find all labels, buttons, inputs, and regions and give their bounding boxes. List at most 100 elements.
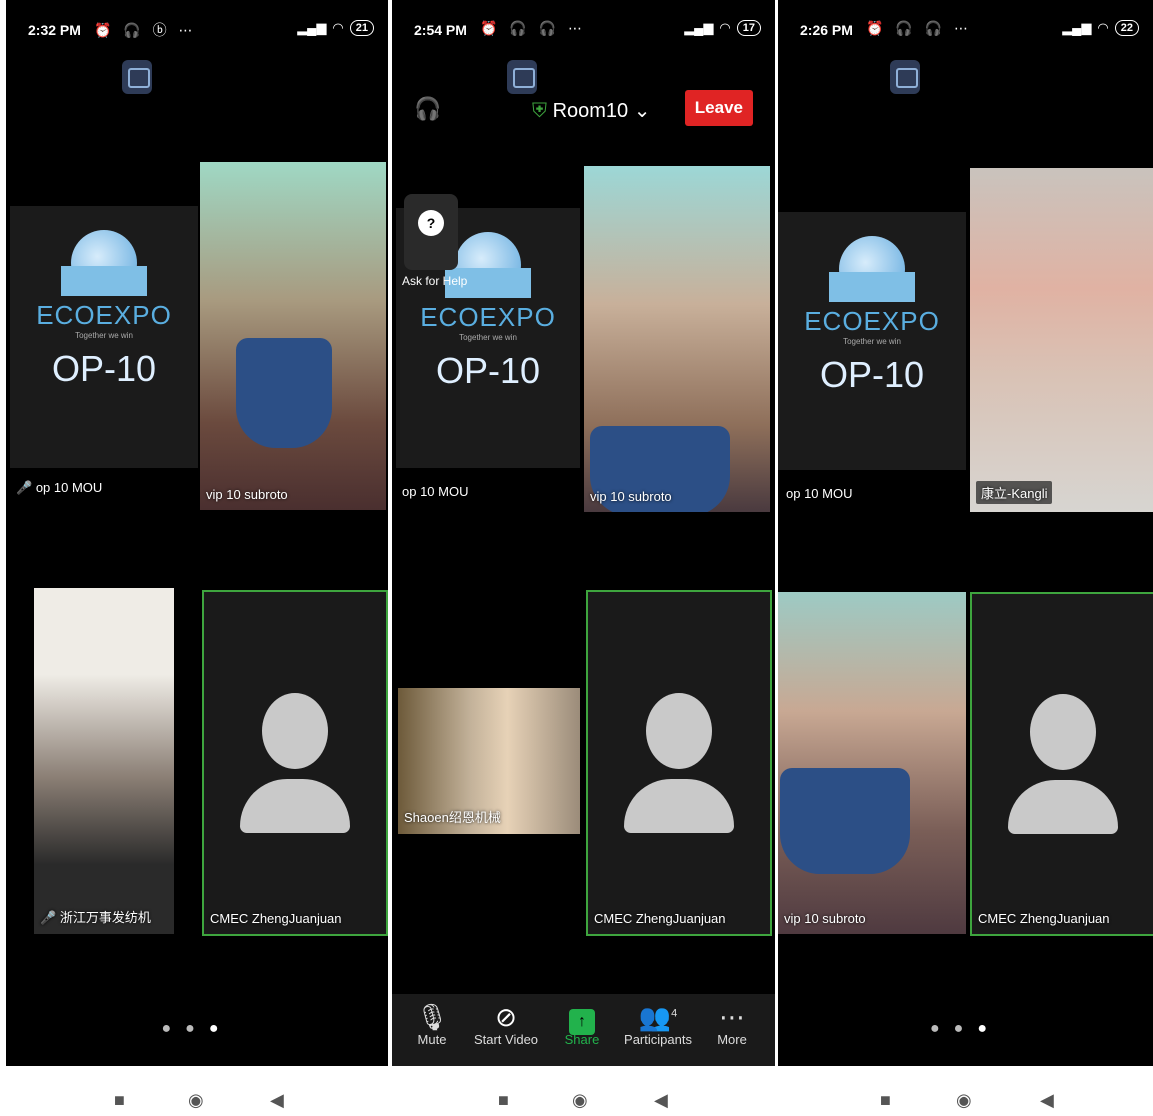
- participant-tile-video[interactable]: vip 10 subroto: [200, 162, 386, 510]
- avatar-icon: [1007, 694, 1118, 834]
- wifi-icon: ◠: [719, 20, 731, 35]
- participant-name: vip 10 subroto: [784, 911, 866, 926]
- back-icon[interactable]: ◀: [654, 1090, 668, 1111]
- brand-text: ECOEXPO: [36, 300, 172, 330]
- ecoexpo-logo: ECOEXPO Together we win OP-10: [10, 230, 198, 390]
- app-icon[interactable]: [890, 60, 920, 94]
- share-icon: ↑: [544, 1002, 620, 1035]
- shield-icon: ⛨: [532, 100, 547, 122]
- more-icon: ⋯: [719, 1002, 745, 1032]
- brand-tagline: Together we win: [75, 331, 133, 340]
- leave-button[interactable]: Leave: [684, 90, 753, 126]
- status-right: ▂▄▆ ◠ 21: [297, 20, 374, 36]
- status-bar: 2:26 PM ⏰ 🎧 🎧 ⋯ ▂▄▆ ◠ 22: [778, 18, 1153, 48]
- avatar-icon: [240, 693, 350, 833]
- ecoexpo-logo: ECOEXPO Together we win OP-10: [778, 236, 966, 396]
- participant-tile-logo[interactable]: ECOEXPO Together we win OP-10: [10, 206, 198, 468]
- back-icon[interactable]: ◀: [1040, 1090, 1054, 1111]
- globe-icon: [827, 236, 917, 302]
- status-icons: ⏰ 🎧 🎧 ⋯: [866, 20, 972, 36]
- battery-icon: 21: [349, 20, 374, 36]
- status-bar: 2:32 PM ⏰ 🎧 ⓑ ⋯ ▂▄▆ ◠ 21: [6, 18, 388, 48]
- room-label: OP-10: [435, 350, 541, 391]
- signal-icon: ▂▄▆: [297, 20, 327, 35]
- participant-tile-active[interactable]: CMEC ZhengJuanjuan: [202, 590, 388, 936]
- mic-icon: 🎙: [415, 1002, 449, 1032]
- participant-name: 🎤 op 10 MOU: [16, 480, 103, 495]
- globe-icon: [59, 230, 149, 296]
- participant-name: CMEC ZhengJuanjuan: [594, 911, 726, 926]
- participant-tile-active[interactable]: CMEC ZhengJuanjuan: [586, 590, 772, 936]
- room-label: OP-10: [51, 348, 157, 389]
- ask-for-help-label: Ask for Help: [402, 274, 468, 288]
- participant-tile-video[interactable]: 🎤 浙江万事发纺机: [34, 588, 174, 934]
- meeting-topbar: 🎧 ⛨ Room10 ⌄ Leave: [392, 86, 775, 134]
- participant-name: vip 10 subroto: [206, 487, 288, 502]
- wifi-icon: ◠: [332, 20, 344, 35]
- participant-tile-video[interactable]: 康立-Kangli: [970, 168, 1153, 512]
- status-bar: 2:54 PM ⏰ 🎧 🎧 ⋯ ▂▄▆ ◠ 17: [392, 18, 775, 48]
- signal-icon: ▂▄▆: [684, 20, 714, 35]
- battery-icon: 22: [1114, 20, 1139, 36]
- status-icons: ⏰ 🎧 ⓑ ⋯: [94, 22, 197, 38]
- ask-for-help-button[interactable]: ? Ask for Help: [402, 194, 467, 288]
- participant-name: op 10 MOU: [786, 486, 853, 501]
- participant-tile-video[interactable]: Shaoen绍恩机械: [398, 688, 580, 834]
- phone-screen-3: 2:26 PM ⏰ 🎧 🎧 ⋯ ▂▄▆ ◠ 22 ECOEXPO Togethe…: [778, 0, 1153, 1066]
- meeting-toolbar: 🎙 Mute ⊘ Start Video ↑ Share 👥4 Particip…: [392, 994, 775, 1066]
- participant-name: 🎤 浙江万事发纺机: [40, 910, 151, 925]
- brand-text: ECOEXPO: [804, 306, 940, 336]
- mic-muted-icon: 🎤: [40, 910, 57, 925]
- status-icons: ⏰ 🎧 🎧 ⋯: [480, 20, 586, 36]
- more-button[interactable]: ⋯ More: [694, 1002, 770, 1047]
- participant-tile-active[interactable]: CMEC ZhengJuanjuan: [970, 592, 1153, 936]
- mic-muted-icon: 🎤: [16, 480, 33, 495]
- participant-tile-video[interactable]: vip 10 subroto: [778, 592, 966, 934]
- mute-button[interactable]: 🎙 Mute: [394, 1002, 470, 1047]
- help-icon: ?: [418, 210, 444, 236]
- participants-button[interactable]: 👥4 Participants: [620, 1002, 696, 1047]
- signal-icon: ▂▄▆: [1062, 20, 1092, 35]
- participant-name: op 10 MOU: [402, 484, 469, 499]
- phone-screen-2: 2:54 PM ⏰ 🎧 🎧 ⋯ ▂▄▆ ◠ 17 🎧 ⛨ Room10 ⌄ Le…: [392, 0, 775, 1066]
- face-mask: [780, 768, 910, 874]
- recent-apps-icon[interactable]: ■: [498, 1090, 509, 1111]
- wifi-icon: ◠: [1097, 20, 1109, 35]
- avatar-icon: [624, 693, 734, 833]
- phone-screen-1: 2:32 PM ⏰ 🎧 ⓑ ⋯ ▂▄▆ ◠ 21 ECOEXPO Togethe…: [6, 0, 388, 1066]
- back-icon[interactable]: ◀: [270, 1090, 284, 1111]
- participant-name: Shaoen绍恩机械: [404, 810, 501, 825]
- status-right: ▂▄▆ ◠ 17: [684, 20, 761, 36]
- participant-name: CMEC ZhengJuanjuan: [210, 911, 342, 926]
- participant-name: CMEC ZhengJuanjuan: [978, 911, 1110, 926]
- page-indicator[interactable]: ●●●: [778, 1020, 1153, 1038]
- status-time: 2:26 PM: [800, 22, 853, 38]
- share-button[interactable]: ↑ Share: [544, 1002, 620, 1047]
- participant-name: 康立-Kangli: [976, 481, 1053, 504]
- recent-apps-icon[interactable]: ■: [880, 1090, 891, 1111]
- home-icon[interactable]: ◉: [188, 1090, 204, 1111]
- status-time: 2:32 PM: [28, 22, 81, 38]
- start-video-button[interactable]: ⊘ Start Video: [468, 1002, 544, 1047]
- status-time: 2:54 PM: [414, 22, 467, 38]
- participant-tile-logo[interactable]: ECOEXPO Together we win OP-10: [778, 212, 966, 470]
- participant-tile-video[interactable]: vip 10 subroto: [584, 166, 770, 512]
- brand-tagline: Together we win: [459, 333, 517, 342]
- status-right: ▂▄▆ ◠ 22: [1062, 20, 1139, 36]
- room-selector[interactable]: ⛨ Room10 ⌄: [532, 98, 651, 123]
- participants-icon: 👥4: [638, 1002, 678, 1032]
- battery-icon: 17: [736, 20, 761, 36]
- app-icon[interactable]: [122, 60, 152, 94]
- audio-headset-icon[interactable]: 🎧: [414, 96, 441, 122]
- home-icon[interactable]: ◉: [572, 1090, 588, 1111]
- page-indicator[interactable]: ●●●: [6, 1020, 388, 1038]
- room-label: OP-10: [819, 354, 925, 395]
- participants-count: 4: [671, 1007, 678, 1020]
- brand-tagline: Together we win: [843, 337, 901, 346]
- video-off-icon: ⊘: [495, 1002, 517, 1032]
- chevron-down-icon: ⌄: [633, 100, 651, 122]
- face-mask: [236, 338, 332, 448]
- brand-text: ECOEXPO: [420, 302, 556, 332]
- home-icon[interactable]: ◉: [956, 1090, 972, 1111]
- recent-apps-icon[interactable]: ■: [114, 1090, 125, 1111]
